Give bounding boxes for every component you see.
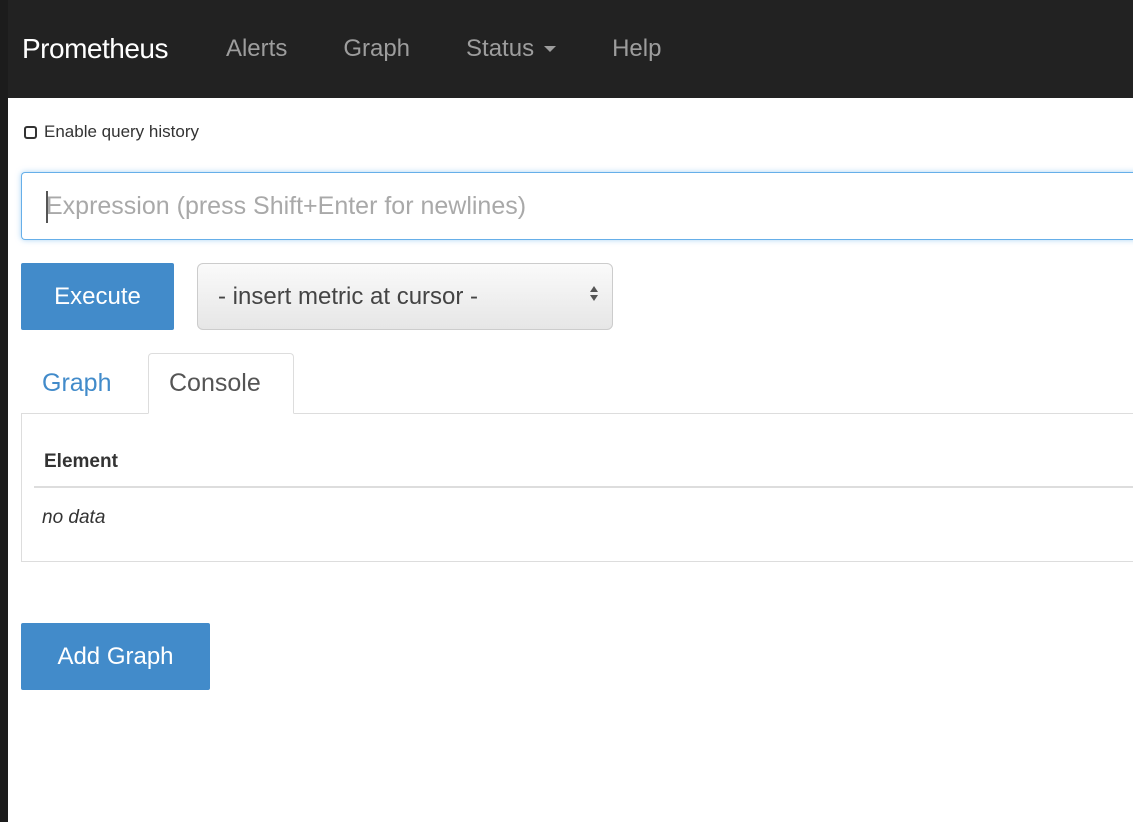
- window-frame: Prometheus Alerts Graph Status Help Enab…: [0, 0, 1133, 822]
- nav-alerts[interactable]: Alerts: [226, 35, 287, 63]
- brand-logo[interactable]: Prometheus: [22, 33, 168, 65]
- nav-status-label: Status: [466, 35, 535, 62]
- expression-input[interactable]: Expression (press Shift+Enter for newlin…: [21, 172, 1133, 240]
- table-header-element: Element: [44, 451, 118, 472]
- nav-status-dropdown[interactable]: Status: [466, 35, 557, 63]
- query-history-toggle[interactable]: Enable query history: [24, 122, 199, 142]
- text-cursor: [46, 191, 48, 223]
- execute-button[interactable]: Execute: [21, 263, 174, 330]
- top-navbar: Prometheus Alerts Graph Status Help: [8, 0, 1133, 98]
- main-content: Enable query history Expression (press S…: [8, 98, 1133, 822]
- nav-graph[interactable]: Graph: [343, 35, 410, 63]
- table-header-divider: [34, 486, 1133, 488]
- select-arrows-icon: [590, 286, 598, 301]
- insert-metric-selected: - insert metric at cursor -: [218, 282, 479, 310]
- expression-placeholder: Expression (press Shift+Enter for newlin…: [46, 191, 527, 220]
- query-history-checkbox[interactable]: [24, 125, 37, 139]
- table-empty-text: no data: [42, 507, 106, 528]
- console-panel: Element no data: [21, 414, 1133, 562]
- tab-graph[interactable]: Graph: [22, 353, 131, 414]
- caret-down-icon: [544, 46, 557, 52]
- query-history-label: Enable query history: [44, 122, 199, 141]
- nav-help[interactable]: Help: [612, 35, 661, 63]
- tab-console[interactable]: Console: [148, 353, 294, 414]
- add-graph-button[interactable]: Add Graph: [21, 623, 210, 690]
- insert-metric-select[interactable]: - insert metric at cursor -: [197, 263, 613, 330]
